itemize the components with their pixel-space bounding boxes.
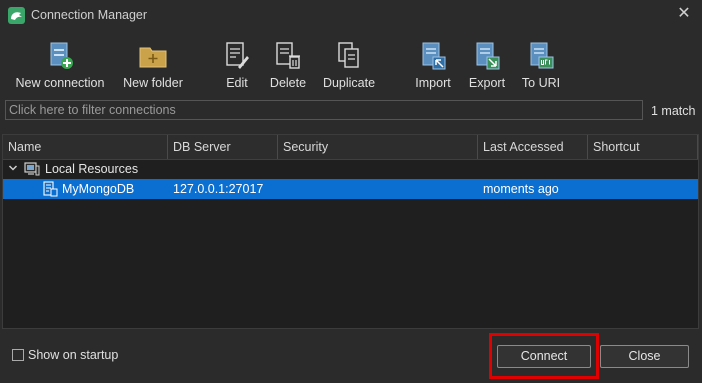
robo3t-icon (8, 7, 25, 24)
edit-label: Edit (226, 76, 248, 90)
new-connection-icon (50, 42, 73, 69)
connect-button[interactable]: Connect (497, 345, 591, 368)
delete-icon (276, 42, 300, 69)
connection-name: MyMongoDB (62, 182, 135, 196)
column-header-last-accessed[interactable]: Last Accessed (478, 135, 588, 159)
new-connection-label: New connection (15, 76, 105, 90)
show-on-startup-checkbox[interactable] (12, 349, 24, 361)
folder-icon (139, 47, 167, 68)
match-count: 1 match (651, 104, 696, 118)
delete-button[interactable]: Delete (268, 40, 308, 92)
duplicate-label: Duplicate (322, 76, 376, 90)
show-on-startup-label[interactable]: Show on startup (28, 348, 118, 362)
title-bar: Connection Manager ✕ (0, 0, 702, 32)
db-server-value: 127.0.0.1:27017 (173, 182, 264, 196)
export-label: Export (468, 76, 506, 90)
last-accessed-value: moments ago (483, 182, 559, 196)
connections-table: Name DB Server Security Last Accessed Sh… (2, 134, 699, 329)
new-connection-button[interactable]: New connection (14, 40, 106, 92)
import-button[interactable]: Import (413, 40, 453, 92)
new-folder-label: New folder (123, 76, 183, 90)
table-header: Name DB Server Security Last Accessed Sh… (3, 135, 698, 160)
import-label: Import (415, 76, 451, 90)
duplicate-button[interactable]: Duplicate (320, 40, 378, 92)
window-title: Connection Manager (31, 8, 148, 22)
edit-icon (226, 42, 249, 69)
export-button[interactable]: Export (467, 40, 507, 92)
computer-icon (24, 162, 40, 176)
column-header-db-server[interactable]: DB Server (168, 135, 278, 159)
database-icon (43, 181, 58, 197)
column-header-shortcut[interactable]: Shortcut (588, 135, 698, 159)
new-folder-button[interactable]: New folder (121, 40, 185, 92)
export-icon (476, 42, 500, 70)
table-row[interactable]: MyMongoDB 127.0.0.1:27017 moments ago (3, 179, 698, 199)
chevron-down-icon[interactable] (8, 163, 18, 173)
duplicate-icon (338, 42, 359, 68)
close-icon[interactable]: ✕ (676, 6, 692, 22)
filter-input[interactable] (6, 101, 642, 119)
delete-label: Delete (269, 76, 307, 90)
close-button[interactable]: Close (600, 345, 689, 368)
group-label: Local Resources (45, 162, 139, 176)
filter-field[interactable] (5, 100, 643, 120)
import-icon (422, 42, 446, 70)
column-header-security[interactable]: Security (278, 135, 478, 159)
column-header-name[interactable]: Name (3, 135, 168, 159)
edit-button[interactable]: Edit (220, 40, 254, 92)
to-uri-button[interactable]: To URI (519, 40, 563, 92)
group-row[interactable]: Local Resources (3, 159, 698, 179)
to-uri-label: To URI (521, 76, 561, 90)
uri-icon (530, 42, 554, 69)
